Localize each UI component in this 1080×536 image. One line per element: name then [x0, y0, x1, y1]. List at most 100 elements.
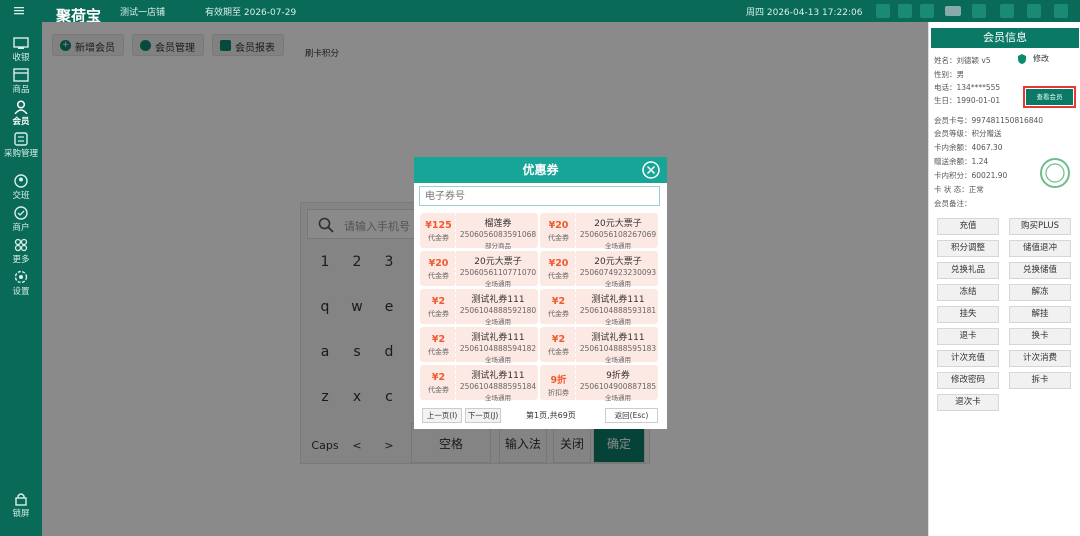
close-icon[interactable] [642, 161, 660, 179]
member-panel-title: 会员信息 [931, 28, 1079, 48]
coupon-info-block: 榴莲券 2506056083591068 部分商品 [458, 213, 538, 250]
coupon-scope: 全场通用 [485, 394, 511, 402]
coupon-card[interactable]: ¥2 代金券 测试礼券111 2506104888593181 全场通用 [540, 289, 658, 326]
notification-icon[interactable] [876, 4, 890, 18]
prev-page-button[interactable]: 上一页(I) [422, 408, 462, 423]
coupon-type: 代金券 [548, 348, 569, 356]
member-action-button[interactable]: 积分调整 [937, 240, 999, 257]
member-icon [14, 100, 28, 114]
coupon-code: 2506056108267069 [579, 230, 657, 239]
coupon-value: ¥20 [428, 258, 449, 269]
coupon-code: 2506056110771070 [459, 268, 537, 277]
coupon-scope: 全场通用 [485, 356, 511, 364]
coupon-card[interactable]: ¥2 代金券 测试礼券111 2506104888595184 全场通用 [420, 365, 538, 402]
coupon-name: 20元大票子 [594, 219, 642, 229]
edit-member-button[interactable]: 修改 [1033, 53, 1049, 64]
coupon-value-block: ¥2 代金券 [542, 327, 576, 362]
coupon-info-block: 9折券 2506104900887185 全场通用 [578, 365, 658, 402]
sidebar-item-label: 收银 [12, 53, 30, 63]
coupon-card[interactable]: ¥2 代金券 测试礼券111 2506104888592180 全场通用 [420, 289, 538, 326]
coupon-info-block: 20元大票子 2506056110771070 全场通用 [458, 251, 538, 288]
coupon-value-block: ¥20 代金券 [542, 213, 576, 248]
download-icon[interactable] [1000, 4, 1014, 18]
member-action-button[interactable]: 计次消费 [1009, 350, 1071, 367]
member-action-button[interactable]: 挂失 [937, 306, 999, 323]
coupon-value: 9折 [550, 375, 567, 386]
datetime: 周四 2026-04-13 17:22:06 [746, 8, 863, 18]
minimize-icon[interactable] [1027, 4, 1041, 18]
member-phone: 电话：134****555 [934, 83, 1001, 92]
coupon-card[interactable]: ¥2 代金券 测试礼券111 2506104888595183 全场通用 [540, 327, 658, 364]
member-action-button[interactable]: 修改密码 [937, 372, 999, 389]
member-remark: 会员备注： [934, 199, 972, 208]
coupon-type: 代金券 [428, 386, 449, 394]
member-action-button[interactable]: 退次卡 [937, 394, 999, 411]
coupon-info-block: 20元大票子 2506056108267069 全场通用 [578, 213, 658, 250]
member-action-button[interactable]: 兑换储值 [1009, 262, 1071, 279]
flag-icon[interactable] [945, 6, 961, 16]
more-icon [14, 238, 28, 252]
coupon-scope: 全场通用 [605, 242, 631, 250]
member-action-button[interactable]: 储值退冲 [1009, 240, 1071, 257]
member-action-button[interactable]: 换卡 [1009, 328, 1071, 345]
coupon-name: 20元大票子 [474, 257, 522, 267]
member-level: 会员等级：积分赠送 [934, 129, 1002, 138]
coupon-value: ¥125 [425, 220, 452, 231]
close-window-icon[interactable] [1054, 4, 1068, 18]
sidebar-item-settings[interactable]: 设置 [0, 266, 42, 310]
printer-icon[interactable] [920, 4, 934, 18]
coupon-card[interactable]: ¥20 代金券 20元大票子 2506074923230093 全场通用 [540, 251, 658, 288]
member-action-button[interactable]: 退卡 [937, 328, 999, 345]
coupon-value-block: ¥20 代金券 [542, 251, 576, 286]
coupon-card[interactable]: ¥20 代金券 20元大票子 2506056110771070 全场通用 [420, 251, 538, 288]
sidebar-item-purchase[interactable]: 采购管理 [0, 128, 42, 172]
member-action-button[interactable]: 兑换礼品 [937, 262, 999, 279]
settings-icon [14, 270, 28, 284]
sidebar-item-lock[interactable]: 锁屏 [0, 488, 42, 532]
back-button[interactable]: 返回(Esc) [605, 408, 658, 423]
coupon-type: 代金券 [428, 348, 449, 356]
member-action-button[interactable]: 冻结 [937, 284, 999, 301]
shift-icon [14, 174, 28, 188]
card-balance: 卡内余额：4067.30 [934, 143, 1003, 152]
coupon-card[interactable]: ¥125 代金券 榴莲券 2506056083591068 部分商品 [420, 213, 538, 250]
message-icon[interactable] [898, 4, 912, 18]
coupon-value-block: ¥2 代金券 [422, 327, 456, 362]
member-action-button[interactable]: 充值 [937, 218, 999, 235]
view-member-button[interactable]: 查看会员 [1026, 89, 1073, 105]
coupon-name: 榴莲券 [484, 219, 512, 229]
page-info: 第1页,共69页 [526, 411, 576, 420]
coupon-value: ¥2 [431, 372, 446, 383]
coupon-card[interactable]: ¥20 代金券 20元大票子 2506056108267069 全场通用 [540, 213, 658, 250]
coupon-code: 2506104900887185 [579, 382, 657, 391]
member-action-button[interactable]: 购买PLUS [1009, 218, 1071, 235]
coupon-card[interactable]: ¥2 代金券 测试礼券111 2506104888594182 全场通用 [420, 327, 538, 364]
coupon-scope: 全场通用 [605, 318, 631, 326]
coupon-scope: 全场通用 [485, 280, 511, 288]
coupon-name: 测试礼券111 [471, 295, 525, 305]
member-action-button[interactable]: 拆卡 [1009, 372, 1071, 389]
member-gender: 性别：男 [934, 70, 964, 79]
coupon-card[interactable]: 9折 折扣券 9折券 2506104900887185 全场通用 [540, 365, 658, 402]
menu-icon[interactable] [12, 3, 26, 17]
coupon-value: ¥2 [431, 334, 446, 345]
expire-date: 有效期至 2026-07-29 [205, 8, 297, 18]
next-page-button[interactable]: 下一页(J) [465, 408, 501, 423]
coupon-code-input[interactable] [419, 186, 660, 206]
sidebar-item-label: 设置 [12, 287, 30, 297]
member-action-button[interactable]: 解挂 [1009, 306, 1071, 323]
coupon-name: 9折券 [606, 371, 630, 381]
sidebar-item-label: 采购管理 [3, 149, 38, 159]
coupon-name: 测试礼券111 [471, 333, 525, 343]
coupon-value: ¥20 [548, 258, 569, 269]
wifi-icon[interactable] [972, 4, 986, 18]
member-action-button[interactable]: 解冻 [1009, 284, 1071, 301]
member-action-button[interactable]: 计次充值 [937, 350, 999, 367]
coupon-info-block: 测试礼券111 2506104888595184 全场通用 [458, 365, 538, 402]
shield-icon [1018, 54, 1026, 64]
coupon-name: 测试礼券111 [471, 371, 525, 381]
coupon-value: ¥20 [548, 220, 569, 231]
coupon-type: 代金券 [428, 234, 449, 242]
coupon-scope: 全场通用 [605, 394, 631, 402]
purchase-icon [14, 132, 28, 146]
